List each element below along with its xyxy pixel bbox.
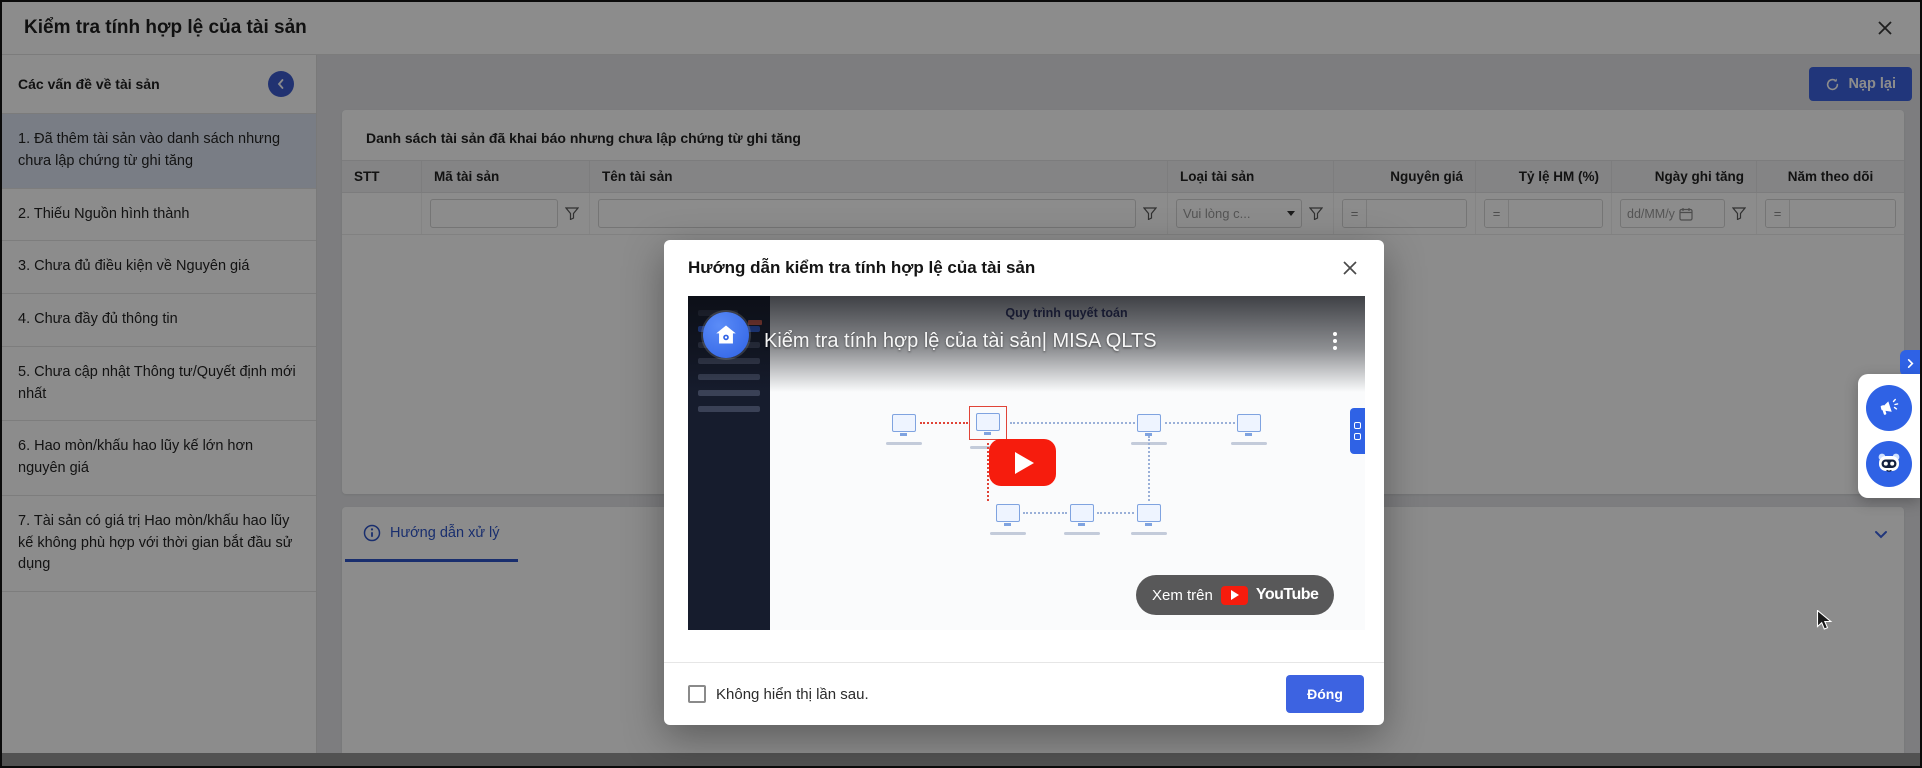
play-icon bbox=[1015, 452, 1034, 474]
announcements-button[interactable] bbox=[1866, 385, 1912, 431]
youtube-logo-icon bbox=[1221, 586, 1248, 605]
watch-on-youtube-button[interactable]: Xem trên YouTube bbox=[1136, 575, 1334, 615]
flowchart-connector bbox=[920, 422, 968, 424]
flowchart-step-label bbox=[990, 532, 1026, 535]
support-widget-panel bbox=[1858, 374, 1920, 498]
video-title[interactable]: Kiểm tra tính hợp lệ của tài sản| MISA Q… bbox=[764, 330, 1157, 353]
youtube-wordmark: YouTube bbox=[1256, 586, 1319, 604]
flowchart-connector bbox=[1148, 436, 1150, 501]
watch-on-label: Xem trên bbox=[1152, 587, 1213, 604]
dont-show-again-checkbox[interactable] bbox=[688, 685, 706, 703]
flowchart-step-icon bbox=[1137, 504, 1161, 522]
flowchart-step-icon bbox=[1070, 504, 1094, 522]
flowchart-step-icon bbox=[1237, 414, 1261, 432]
flowchart-connector bbox=[1097, 512, 1134, 514]
modal-close-button[interactable] bbox=[1336, 254, 1364, 282]
widget-expand-tab[interactable] bbox=[1900, 350, 1920, 376]
modal-footer: Không hiển thị lần sau. Đóng bbox=[664, 662, 1384, 725]
app-window: Kiểm tra tính hợp lệ của tài sản Các vấn… bbox=[0, 0, 1922, 768]
youtube-video-embed[interactable]: Quy trình quyết toán Kiểm tra tính hợp l… bbox=[688, 296, 1365, 630]
flowchart-step-icon bbox=[892, 414, 916, 432]
megaphone-icon bbox=[1877, 396, 1901, 420]
modal-header: Hướng dẫn kiểm tra tính hợp lệ của tài s… bbox=[664, 240, 1384, 296]
flowchart-step-label bbox=[1231, 442, 1267, 445]
modal-title: Hướng dẫn kiểm tra tính hợp lệ của tài s… bbox=[688, 258, 1035, 278]
flowchart-step-label bbox=[1064, 532, 1100, 535]
dont-show-again-label: Không hiển thị lần sau. bbox=[716, 686, 869, 703]
flowchart-step-label bbox=[1131, 532, 1167, 535]
youtube-play-button[interactable] bbox=[989, 439, 1056, 486]
chatbot-button[interactable] bbox=[1866, 441, 1912, 487]
channel-avatar[interactable] bbox=[703, 312, 749, 358]
close-icon bbox=[1340, 258, 1360, 278]
flowchart-step-label bbox=[886, 442, 922, 445]
guide-video-modal: Hướng dẫn kiểm tra tính hợp lệ của tài s… bbox=[664, 240, 1384, 725]
flowchart-connector bbox=[1010, 422, 1135, 424]
flowchart-connector bbox=[1165, 422, 1235, 424]
flowchart-step-icon bbox=[996, 504, 1020, 522]
flowchart-step-icon bbox=[976, 413, 1000, 431]
video-menu-kebab-icon[interactable] bbox=[1333, 332, 1337, 350]
video-top-caption: Quy trình quyết toán bbox=[768, 306, 1365, 320]
robot-icon bbox=[1874, 449, 1904, 479]
house-icon bbox=[713, 322, 739, 348]
flowchart-connector bbox=[1023, 512, 1067, 514]
video-support-widget-tab bbox=[1350, 408, 1365, 454]
chevron-right-icon bbox=[1905, 358, 1916, 369]
modal-dong-button[interactable]: Đóng bbox=[1286, 675, 1364, 713]
flowchart-step-icon bbox=[1137, 414, 1161, 432]
